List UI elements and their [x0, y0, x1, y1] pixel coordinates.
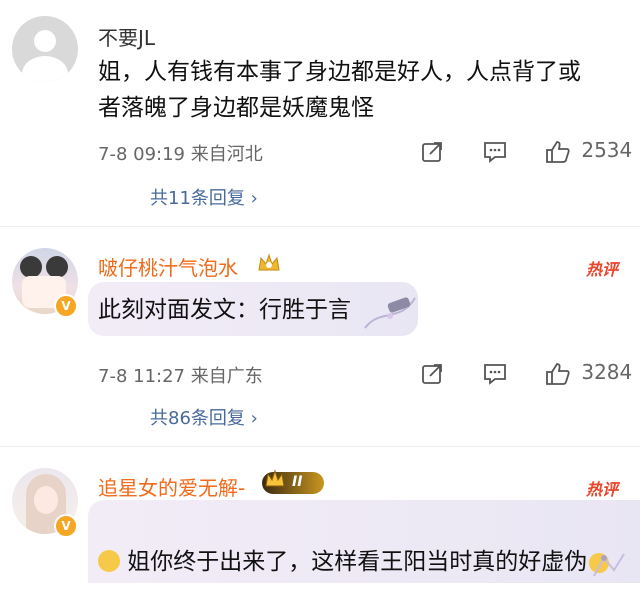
comment-3: V 追星女的爱无解- II 热评 姐你终于出来了，这样看王阳当时真的好虚伪: [0, 446, 640, 583]
comment-2: V 啵仔桃汁气泡水 热评 此刻对面发文：行胜于言 7-8 11:27 来自广东 …: [0, 226, 640, 436]
comment-button[interactable]: [482, 138, 508, 164]
comment-text: 姐，人有钱有本事了身边都是好人，人点背了或 者落魄了身边都是妖魔鬼怪: [98, 59, 581, 121]
share-icon: [422, 141, 442, 162]
comment-icon: [484, 363, 506, 385]
bubble-decoration-icon: [593, 553, 625, 577]
thumbs-up-icon: [546, 140, 570, 163]
thumbs-up-icon: [546, 362, 570, 385]
comment-text: 姐你终于出来了，这样看王阳当时真的好虚伪: [98, 508, 618, 616]
bubble-decoration-icon: [364, 297, 416, 329]
share-button[interactable]: [420, 360, 444, 386]
comment-meta: 7-8 11:27 来自广东: [98, 366, 263, 387]
comment-meta: 7-8 09:19 来自河北: [98, 144, 263, 165]
like-count: 3284: [581, 360, 633, 384]
like-count: 2534: [581, 138, 633, 162]
share-icon: [422, 363, 442, 384]
comment-text: 此刻对面发文：行胜于言: [98, 297, 351, 323]
comment-1: 不要JL 姐，人有钱有本事了身边都是好人，人点背了或 者落魄了身边都是妖魔鬼怪 …: [0, 0, 640, 215]
comment-icon: [484, 141, 506, 163]
crown-badge-icon: [258, 253, 280, 271]
replies-link[interactable]: 共11条回复 ›: [150, 184, 258, 210]
like-button[interactable]: 3284: [545, 360, 632, 386]
share-button[interactable]: [420, 138, 444, 164]
hot-comment-badge: 热评: [585, 260, 618, 279]
crown-icon: [265, 469, 285, 487]
verified-badge-icon: V: [54, 294, 78, 318]
sweat-smile-emoji-icon: [98, 550, 120, 572]
comment-username[interactable]: 不要JL: [98, 22, 155, 51]
comment-username[interactable]: 追星女的爱无解-: [98, 472, 245, 501]
hot-comment-badge: 热评: [585, 480, 618, 499]
verified-badge-icon: V: [54, 514, 78, 538]
membership-badge: II: [262, 469, 324, 494]
badge-level: II: [292, 474, 303, 490]
replies-link[interactable]: 共86条回复 ›: [150, 404, 258, 430]
default-avatar[interactable]: [12, 16, 78, 82]
like-button[interactable]: 2534: [545, 138, 632, 164]
comment-username[interactable]: 啵仔桃汁气泡水: [98, 252, 238, 281]
comment-button[interactable]: [482, 360, 508, 386]
